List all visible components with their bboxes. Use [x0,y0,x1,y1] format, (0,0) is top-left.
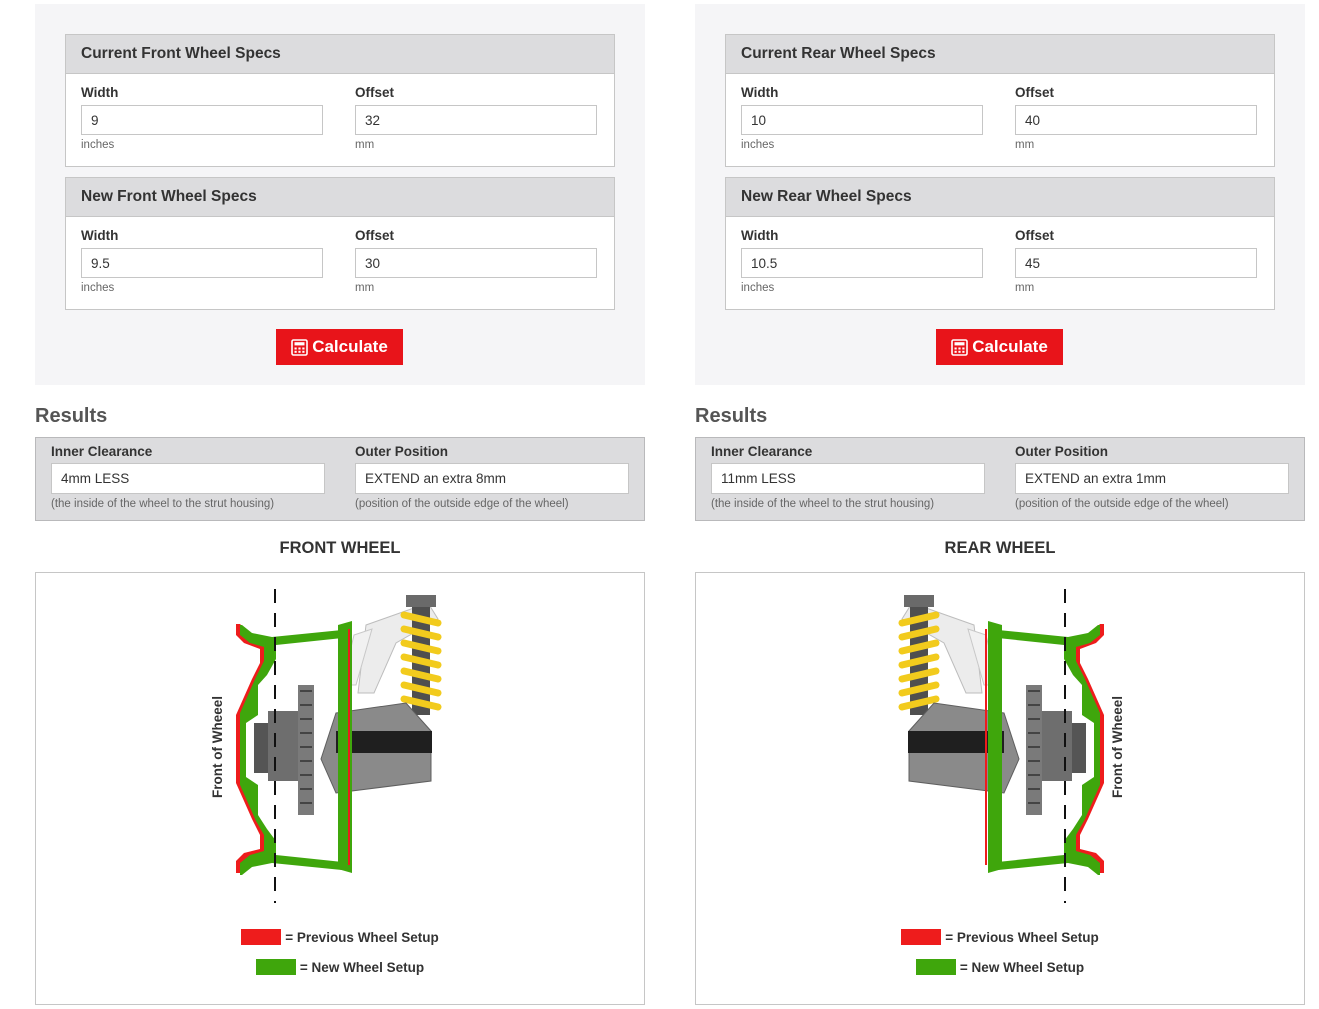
previous-setup-swatch [901,929,942,945]
new-front-width-unit: inches [81,282,115,294]
current-rear-width-label: Width [741,85,779,100]
new-rear-specs-title: New Rear Wheel Specs [726,178,1274,217]
front-outer-position-label: Outer Position [355,444,449,459]
current-front-offset-input[interactable] [355,105,597,135]
front-legend-new: = New Wheel Setup [36,959,644,975]
front-legend-previous-text: = Previous Wheel Setup [285,929,439,945]
new-front-specs-box: New Front Wheel Specs Width inches Offse… [65,177,615,310]
front-results-title: Results [35,405,108,427]
front-inner-clearance-output[interactable] [51,463,325,494]
current-front-specs-box: Current Front Wheel Specs Width inches O… [65,34,615,167]
rear-inner-clearance-note: (the inside of the wheel to the strut ho… [711,498,935,510]
current-front-specs-title: Current Front Wheel Specs [66,35,614,74]
new-setup-swatch [915,959,956,975]
rear-legend-previous: = Previous Wheel Setup [696,929,1304,945]
current-front-offset-field: Offset mm [355,85,599,152]
current-rear-specs-box: Current Rear Wheel Specs Width inches Of… [725,34,1275,167]
rear-calculate-label: Calculate [972,337,1048,356]
new-front-offset-input[interactable] [355,248,597,278]
current-front-width-label: Width [81,85,119,100]
front-wheel-diagram: Front of Wheeel = Previous Wheel Setup =… [35,572,645,1005]
new-front-offset-label: Offset [355,228,395,243]
front-inner-clearance-field: Inner Clearance (the inside of the wheel… [51,444,325,511]
front-legend-previous: = Previous Wheel Setup [36,929,644,945]
calculator-icon [291,338,309,356]
front-outer-position-output[interactable] [355,463,629,494]
new-rear-offset-label: Offset [1015,228,1055,243]
rear-legend-previous-text: = Previous Wheel Setup [945,929,1099,945]
rear-results-box: Inner Clearance (the inside of the wheel… [695,437,1305,521]
current-rear-width-field: Width inches [741,85,985,152]
current-front-offset-label: Offset [355,85,395,100]
new-rear-width-unit: inches [741,282,775,294]
rear-wheel-diagram: Front of Wheeel = Previous Wheel Setup =… [695,572,1305,1005]
new-rear-specs-box: New Rear Wheel Specs Width inches Offset… [725,177,1275,310]
new-rear-offset-field: Offset mm [1015,228,1259,295]
front-calculate-button[interactable]: Calculate [276,329,403,365]
front-of-wheel-label: Front of Wheeel [210,696,225,798]
new-front-width-field: Width inches [81,228,325,295]
front-wheel-illustration: Front of Wheeel [210,589,442,903]
new-setup-swatch [255,959,296,975]
new-rear-offset-input[interactable] [1015,248,1257,278]
new-rear-width-label: Width [741,228,779,243]
new-rear-width-field: Width inches [741,228,985,295]
rear-outer-position-output[interactable] [1015,463,1289,494]
current-rear-width-input[interactable] [741,105,983,135]
rear-outer-position-label: Outer Position [1015,444,1109,459]
new-front-offset-field: Offset mm [355,228,599,295]
current-front-width-field: Width inches [81,85,325,152]
rear-form-panel: Current Rear Wheel Specs Width inches Of… [695,4,1305,385]
new-front-specs-title: New Front Wheel Specs [66,178,614,217]
current-front-offset-unit: mm [355,139,375,151]
front-inner-clearance-note: (the inside of the wheel to the strut ho… [51,498,275,510]
previous-setup-swatch [241,929,282,945]
front-legend-new-text: = New Wheel Setup [299,959,425,975]
rear-outer-position-field: Outer Position (position of the outside … [1015,444,1289,511]
rear-results-title: Results [695,405,768,427]
front-form-panel: Current Front Wheel Specs Width inches O… [35,4,645,385]
rear-wheel-illustration: Front of Wheeel [898,589,1125,903]
front-calculate-label: Calculate [312,337,388,356]
rear-inner-clearance-output[interactable] [711,463,985,494]
rear-inner-clearance-label: Inner Clearance [711,444,813,459]
rear-calculate-button[interactable]: Calculate [936,329,1063,365]
current-front-width-input[interactable] [81,105,323,135]
front-outer-position-note: (position of the outside edge of the whe… [355,498,569,510]
current-rear-offset-label: Offset [1015,85,1055,100]
new-rear-width-input[interactable] [741,248,983,278]
rear-wheel-title: REAR WHEEL [944,539,1056,557]
front-wheel-title: FRONT WHEEL [279,539,401,557]
rear-inner-clearance-field: Inner Clearance (the inside of the wheel… [711,444,985,511]
current-rear-offset-field: Offset mm [1015,85,1259,152]
front-results-box: Inner Clearance (the inside of the wheel… [35,437,645,521]
rear-legend-new-text: = New Wheel Setup [959,959,1085,975]
front-inner-clearance-label: Inner Clearance [51,444,153,459]
rear-of-wheel-label: Front of Wheeel [1110,696,1125,798]
new-rear-offset-unit: mm [1015,282,1035,294]
new-front-width-input[interactable] [81,248,323,278]
calculator-icon [951,338,969,356]
current-rear-offset-unit: mm [1015,139,1035,151]
rear-outer-position-note: (position of the outside edge of the whe… [1015,498,1229,510]
new-front-width-label: Width [81,228,119,243]
rear-wheel-mirrored-group [898,589,1104,903]
new-front-offset-unit: mm [355,282,375,294]
current-rear-specs-title: Current Rear Wheel Specs [726,35,1274,74]
current-rear-offset-input[interactable] [1015,105,1257,135]
current-rear-width-unit: inches [741,139,775,151]
front-outer-position-field: Outer Position (position of the outside … [355,444,629,511]
rear-legend-new: = New Wheel Setup [696,959,1304,975]
current-front-width-unit: inches [81,139,115,151]
